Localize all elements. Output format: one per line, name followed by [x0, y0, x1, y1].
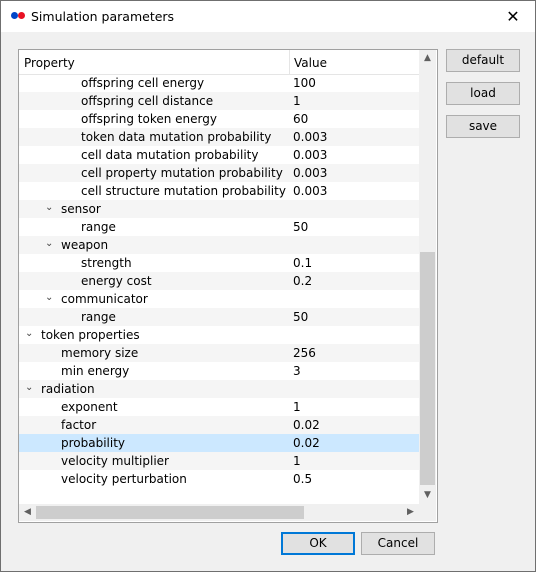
property-value[interactable]: 100: [293, 76, 316, 90]
tree-row[interactable]: offspring cell distance 1: [19, 92, 419, 110]
property-value[interactable]: 0.003: [293, 166, 327, 180]
tree-row[interactable]: energy cost 0.2: [19, 272, 419, 290]
load-button[interactable]: load: [446, 82, 520, 105]
tree-row[interactable]: cell data mutation probability 0.003: [19, 146, 419, 164]
tree-row[interactable]: velocity multiplier 1: [19, 452, 419, 470]
save-button[interactable]: save: [446, 115, 520, 138]
tree-row[interactable]: memory size 256: [19, 344, 419, 362]
dialog-window: Simulation parameters ✕ Property Value o…: [0, 0, 536, 572]
tree-row[interactable]: exponent 1: [19, 398, 419, 416]
property-value[interactable]: 0.1: [293, 256, 312, 270]
vertical-scrollbar[interactable]: ▲ ▼: [419, 50, 436, 504]
close-icon[interactable]: ✕: [491, 1, 535, 32]
property-name: range: [81, 310, 116, 324]
property-name: strength: [81, 256, 132, 270]
property-name: token data mutation probability: [81, 130, 272, 144]
property-value[interactable]: 0.003: [293, 148, 327, 162]
chevron-down-icon[interactable]: ⌄: [25, 328, 33, 339]
property-name: memory size: [61, 346, 139, 360]
cancel-button[interactable]: Cancel: [361, 532, 435, 555]
property-value[interactable]: 50: [293, 220, 308, 234]
property-name: probability: [61, 436, 126, 450]
title-bar: Simulation parameters ✕: [1, 1, 535, 32]
chevron-down-icon[interactable]: ⌄: [25, 382, 33, 393]
property-value[interactable]: 1: [293, 94, 301, 108]
scroll-down-icon[interactable]: ▼: [419, 487, 436, 504]
property-name: min energy: [61, 364, 130, 378]
property-tree: Property Value offspring cell energy 100 o…: [18, 49, 438, 523]
property-name: communicator: [61, 292, 148, 306]
tree-row[interactable]: ⌄ token properties: [19, 326, 419, 344]
tree-row[interactable]: range 50: [19, 308, 419, 326]
tree-row[interactable]: offspring cell energy 100: [19, 74, 419, 92]
vertical-scroll-thumb[interactable]: [420, 252, 435, 485]
property-value[interactable]: 0.003: [293, 130, 327, 144]
tree-row[interactable]: probability 0.02: [19, 434, 419, 452]
property-name: radiation: [41, 382, 95, 396]
tree-row[interactable]: range 50: [19, 218, 419, 236]
property-name: cell data mutation probability: [81, 148, 259, 162]
property-value[interactable]: 3: [293, 364, 301, 378]
property-name: cell property mutation probability: [81, 166, 283, 180]
tree-row[interactable]: cell structure mutation probability 0.003: [19, 182, 419, 200]
tree-row[interactable]: ⌄ communicator: [19, 290, 419, 308]
property-value[interactable]: 256: [293, 346, 316, 360]
property-name: offspring cell energy: [81, 76, 205, 90]
property-name: range: [81, 220, 116, 234]
scroll-right-icon[interactable]: ▶: [402, 504, 419, 521]
header-property[interactable]: Property: [24, 56, 75, 70]
app-logo-icon: [11, 12, 25, 20]
property-name: weapon: [61, 238, 109, 252]
horizontal-scrollbar[interactable]: ◀ ▶: [19, 504, 419, 521]
property-value[interactable]: 0.5: [293, 472, 312, 486]
horizontal-scroll-thumb[interactable]: [36, 506, 304, 519]
tree-row[interactable]: ⌄ weapon: [19, 236, 419, 254]
scroll-up-icon[interactable]: ▲: [419, 50, 436, 67]
property-name: factor: [61, 418, 97, 432]
tree-row[interactable]: factor 0.02: [19, 416, 419, 434]
tree-row[interactable]: cell property mutation probability 0.003: [19, 164, 419, 182]
scroll-left-icon[interactable]: ◀: [19, 504, 36, 521]
tree-row[interactable]: min energy 3: [19, 362, 419, 380]
property-value[interactable]: 1: [293, 454, 301, 468]
chevron-down-icon[interactable]: ⌄: [45, 292, 53, 303]
property-value[interactable]: 50: [293, 310, 308, 324]
header-value[interactable]: Value: [294, 56, 327, 70]
property-name: cell structure mutation probability: [81, 184, 286, 198]
property-value[interactable]: 0.2: [293, 274, 312, 288]
property-name: exponent: [61, 400, 118, 414]
tree-rows: offspring cell energy 100 offspring cell d…: [19, 74, 419, 488]
property-name: offspring token energy: [81, 112, 217, 126]
scrollbar-corner: [419, 504, 436, 521]
window-title: Simulation parameters: [31, 9, 175, 24]
default-button[interactable]: default: [446, 49, 520, 72]
property-value[interactable]: 1: [293, 400, 301, 414]
property-name: offspring cell distance: [81, 94, 214, 108]
tree-row[interactable]: offspring token energy 60: [19, 110, 419, 128]
tree-row[interactable]: token data mutation probability 0.003: [19, 128, 419, 146]
tree-row[interactable]: ⌄ radiation: [19, 380, 419, 398]
property-value[interactable]: 60: [293, 112, 308, 126]
property-name: energy cost: [81, 274, 152, 288]
property-name: token properties: [41, 328, 140, 342]
property-name: velocity multiplier: [61, 454, 169, 468]
tree-row[interactable]: strength 0.1: [19, 254, 419, 272]
ok-button[interactable]: OK: [281, 532, 355, 555]
property-name: sensor: [61, 202, 101, 216]
chevron-down-icon[interactable]: ⌄: [45, 202, 53, 213]
property-value[interactable]: 0.003: [293, 184, 327, 198]
tree-header: Property Value: [19, 50, 419, 75]
property-value[interactable]: 0.02: [293, 436, 320, 450]
tree-row[interactable]: ⌄ sensor: [19, 200, 419, 218]
property-name: velocity perturbation: [61, 472, 187, 486]
property-value[interactable]: 0.02: [293, 418, 320, 432]
chevron-down-icon[interactable]: ⌄: [45, 238, 53, 249]
tree-row[interactable]: velocity perturbation 0.5: [19, 470, 419, 488]
